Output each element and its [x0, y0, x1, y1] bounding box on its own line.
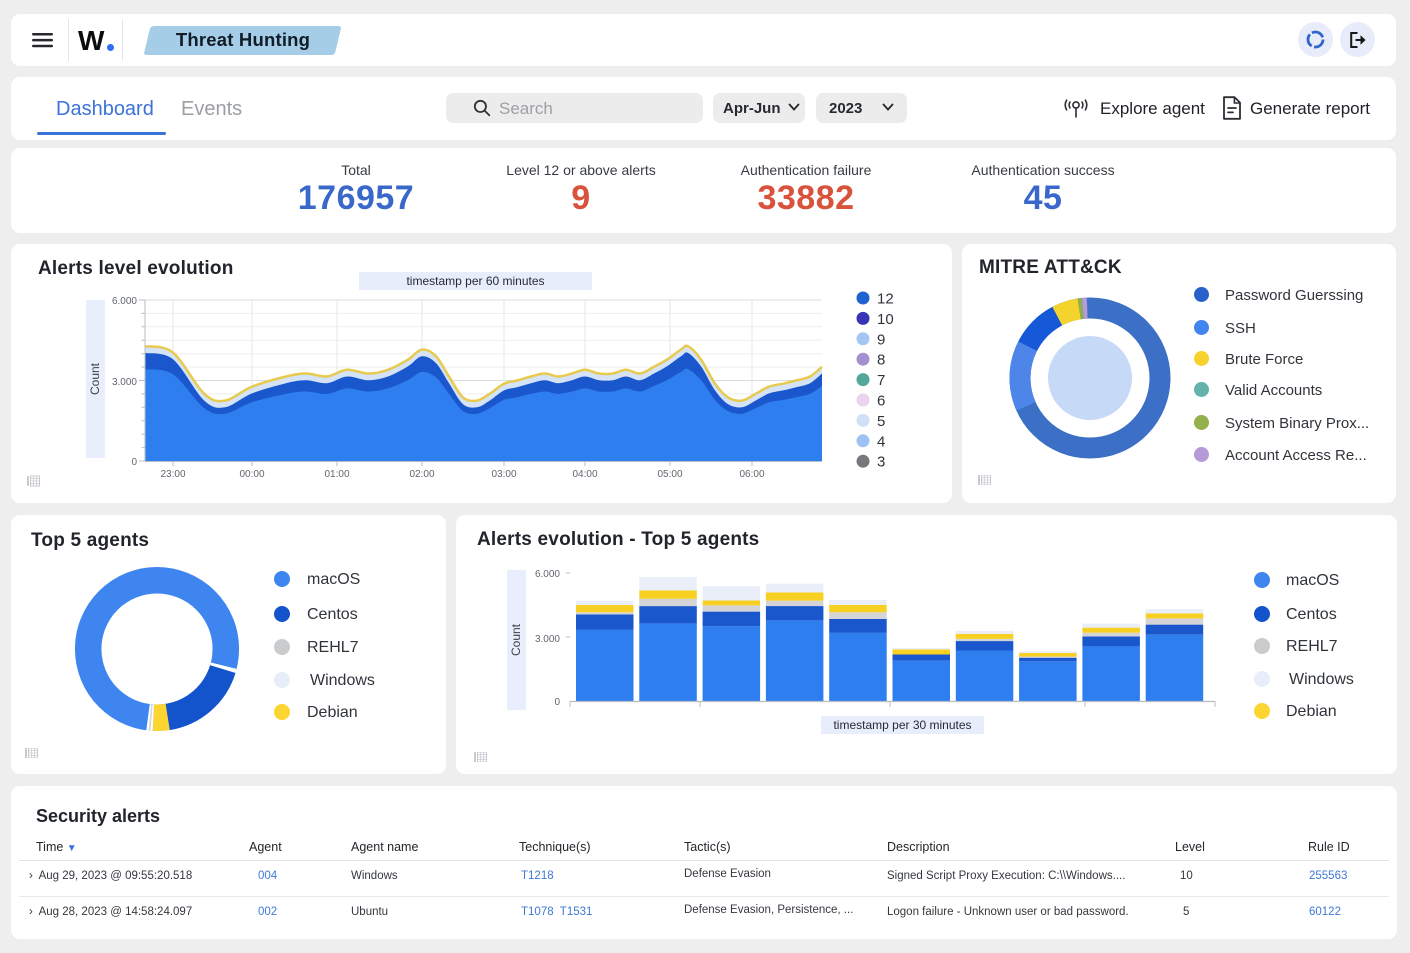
- svg-text:Threat Hunting: Threat Hunting: [176, 29, 310, 50]
- svg-text:00:00: 00:00: [239, 469, 264, 480]
- svg-text:3.000: 3.000: [112, 377, 137, 388]
- svg-text:3.000: 3.000: [535, 634, 560, 645]
- svg-text:6.000: 6.000: [112, 296, 137, 307]
- svg-text:0: 0: [131, 457, 137, 468]
- svg-text:6: 6: [877, 393, 885, 410]
- svg-text:04:00: 04:00: [572, 469, 597, 480]
- svg-text:03:00: 03:00: [491, 469, 516, 480]
- svg-text:06:00: 06:00: [739, 469, 764, 480]
- svg-text:12: 12: [877, 291, 894, 308]
- svg-text:10: 10: [877, 311, 894, 328]
- svg-text:6.000: 6.000: [535, 569, 560, 580]
- svg-text:Count: Count: [509, 623, 523, 656]
- svg-text:3: 3: [877, 454, 885, 471]
- svg-text:02:00: 02:00: [409, 469, 434, 480]
- svg-text:01:00: 01:00: [324, 469, 349, 480]
- svg-text:5: 5: [877, 413, 885, 430]
- svg-text:8: 8: [877, 352, 885, 369]
- svg-text:23:00: 23:00: [160, 469, 185, 480]
- svg-text:4: 4: [877, 433, 885, 450]
- svg-text:0: 0: [554, 697, 560, 708]
- svg-text:Count: Count: [88, 362, 102, 395]
- svg-text:05:00: 05:00: [657, 469, 682, 480]
- svg-text:7: 7: [877, 372, 885, 389]
- svg-text:9: 9: [877, 331, 885, 348]
